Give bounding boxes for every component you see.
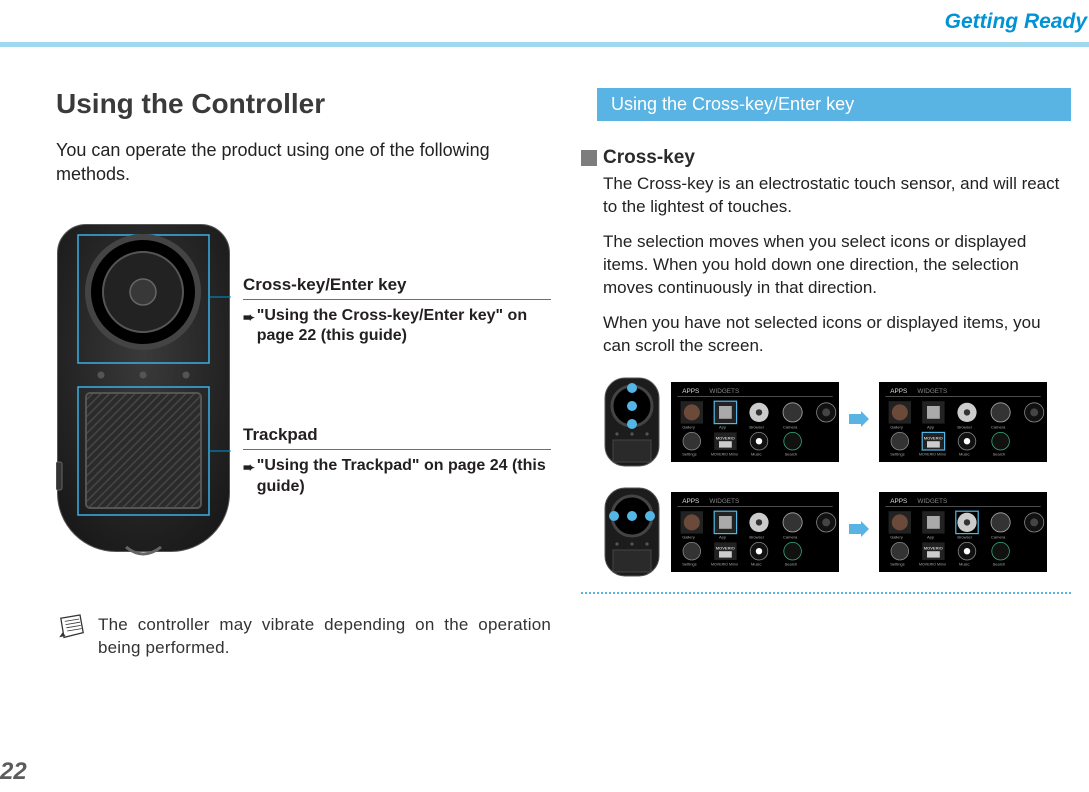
screen-before-v: APPS WIDGETS MOVERIO Gallery App Browser…	[671, 382, 839, 462]
illustration-row-vertical: APPS WIDGETS MOVERIO Gallery App Browser…	[603, 376, 1071, 468]
diagram-labels: Cross-key/Enter key ➨ "Using the Cross-k…	[243, 217, 551, 557]
label-crosskey-ref-text: "Using the Cross-key/Enter key" on page …	[257, 306, 551, 348]
svg-text:Gallery: Gallery	[682, 534, 695, 539]
header-breadcrumb: Getting Ready	[945, 0, 1089, 34]
svg-text:Music: Music	[751, 451, 761, 456]
ref-arrow-icon: ➨	[243, 458, 255, 498]
svg-text:Settings: Settings	[890, 451, 904, 456]
content-area: Using the Controller You can operate the…	[56, 88, 1089, 752]
svg-text:MOVERIO: MOVERIO	[716, 545, 735, 550]
label-trackpad-ref-text: "Using the Trackpad" on page 24 (this gu…	[257, 456, 551, 498]
crosskey-subtitle: Cross-key	[581, 147, 1071, 169]
svg-text:App: App	[719, 534, 727, 539]
svg-text:APPS: APPS	[682, 498, 699, 505]
svg-text:Search: Search	[993, 561, 1006, 566]
svg-text:Gallery: Gallery	[682, 424, 695, 429]
intro-text: You can operate the product using one of…	[56, 138, 551, 187]
svg-text:Browser: Browser	[957, 534, 972, 539]
svg-text:App: App	[927, 424, 935, 429]
page-title: Using the Controller	[56, 88, 551, 120]
svg-text:Settings: Settings	[682, 451, 696, 456]
svg-text:Camera: Camera	[783, 534, 798, 539]
right-column: Using the Cross-key/Enter key Cross-key …	[581, 88, 1071, 752]
label-crosskey-title: Cross-key/Enter key	[243, 275, 551, 300]
mini-controller-horizontal	[603, 486, 661, 578]
dotted-divider	[581, 592, 1071, 594]
svg-text:MOVERIO: MOVERIO	[716, 435, 735, 440]
svg-text:Music: Music	[751, 561, 761, 566]
svg-text:Gallery: Gallery	[890, 424, 903, 429]
svg-text:Browser: Browser	[749, 534, 764, 539]
label-trackpad-ref: ➨ "Using the Trackpad" on page 24 (this …	[243, 456, 551, 498]
svg-text:MOVERIO Mirror: MOVERIO Mirror	[919, 452, 947, 456]
svg-text:MOVERIO Mirror: MOVERIO Mirror	[711, 562, 739, 566]
crosskey-subtitle-text: Cross-key	[603, 147, 695, 169]
note-icon	[56, 613, 88, 646]
svg-text:Camera: Camera	[783, 424, 798, 429]
header-rule	[0, 42, 1089, 47]
note-block: The controller may vibrate depending on …	[56, 613, 551, 661]
svg-text:WIDGETS: WIDGETS	[709, 498, 739, 505]
label-crosskey-ref: ➨ "Using the Cross-key/Enter key" on pag…	[243, 306, 551, 348]
svg-text:Music: Music	[959, 451, 969, 456]
left-column: Using the Controller You can operate the…	[56, 88, 551, 752]
page-number: 22	[0, 758, 27, 786]
svg-text:WIDGETS: WIDGETS	[917, 498, 947, 505]
screen-after-v: APPS WIDGETS MOVERIO Gallery App Browser…	[879, 382, 1047, 462]
svg-text:Gallery: Gallery	[890, 534, 903, 539]
tab-apps: APPS	[682, 388, 699, 395]
svg-text:App: App	[927, 534, 935, 539]
label-trackpad-title: Trackpad	[243, 425, 551, 450]
svg-text:MOVERIO: MOVERIO	[924, 435, 943, 440]
svg-text:Camera: Camera	[991, 534, 1006, 539]
screen-after-h: APPS WIDGETS MOVERIO Gallery App Browser…	[879, 492, 1047, 572]
mini-controller-vertical	[603, 376, 661, 468]
svg-text:Search: Search	[785, 451, 798, 456]
note-text: The controller may vibrate depending on …	[98, 613, 551, 661]
transition-arrow-icon	[849, 521, 869, 542]
transition-arrow-icon	[849, 411, 869, 432]
svg-text:Search: Search	[785, 561, 798, 566]
svg-text:Settings: Settings	[682, 561, 696, 566]
svg-text:WIDGETS: WIDGETS	[917, 388, 947, 395]
svg-text:Browser: Browser	[749, 424, 764, 429]
svg-text:MOVERIO: MOVERIO	[924, 545, 943, 550]
svg-text:APPS: APPS	[890, 498, 907, 505]
square-bullet-icon	[581, 150, 597, 166]
svg-text:App: App	[719, 424, 727, 429]
subheading-bar: Using the Cross-key/Enter key	[597, 88, 1071, 121]
screen-before-h: APPS WIDGETS MOVERIO Gallery App Browser…	[671, 492, 839, 572]
controller-diagram: Cross-key/Enter key ➨ "Using the Cross-k…	[56, 217, 551, 557]
svg-text:MOVERIO Mirror: MOVERIO Mirror	[919, 562, 947, 566]
paragraph-2: The selection moves when you select icon…	[581, 231, 1071, 300]
svg-text:Search: Search	[993, 451, 1006, 456]
ref-arrow-icon: ➨	[243, 308, 255, 348]
illustration-row-horizontal: APPS WIDGETS MOVERIO Gallery App Browser…	[603, 486, 1071, 578]
tab-widgets: WIDGETS	[709, 388, 739, 395]
svg-text:Music: Music	[959, 561, 969, 566]
svg-text:Browser: Browser	[957, 424, 972, 429]
svg-text:Settings: Settings	[890, 561, 904, 566]
paragraph-1: The Cross-key is an electrostatic touch …	[581, 173, 1071, 219]
svg-text:MOVERIO Mirror: MOVERIO Mirror	[711, 452, 739, 456]
paragraph-3: When you have not selected icons or disp…	[581, 312, 1071, 358]
svg-text:Camera: Camera	[991, 424, 1006, 429]
controller-illustration	[56, 217, 231, 557]
svg-text:APPS: APPS	[890, 388, 907, 395]
